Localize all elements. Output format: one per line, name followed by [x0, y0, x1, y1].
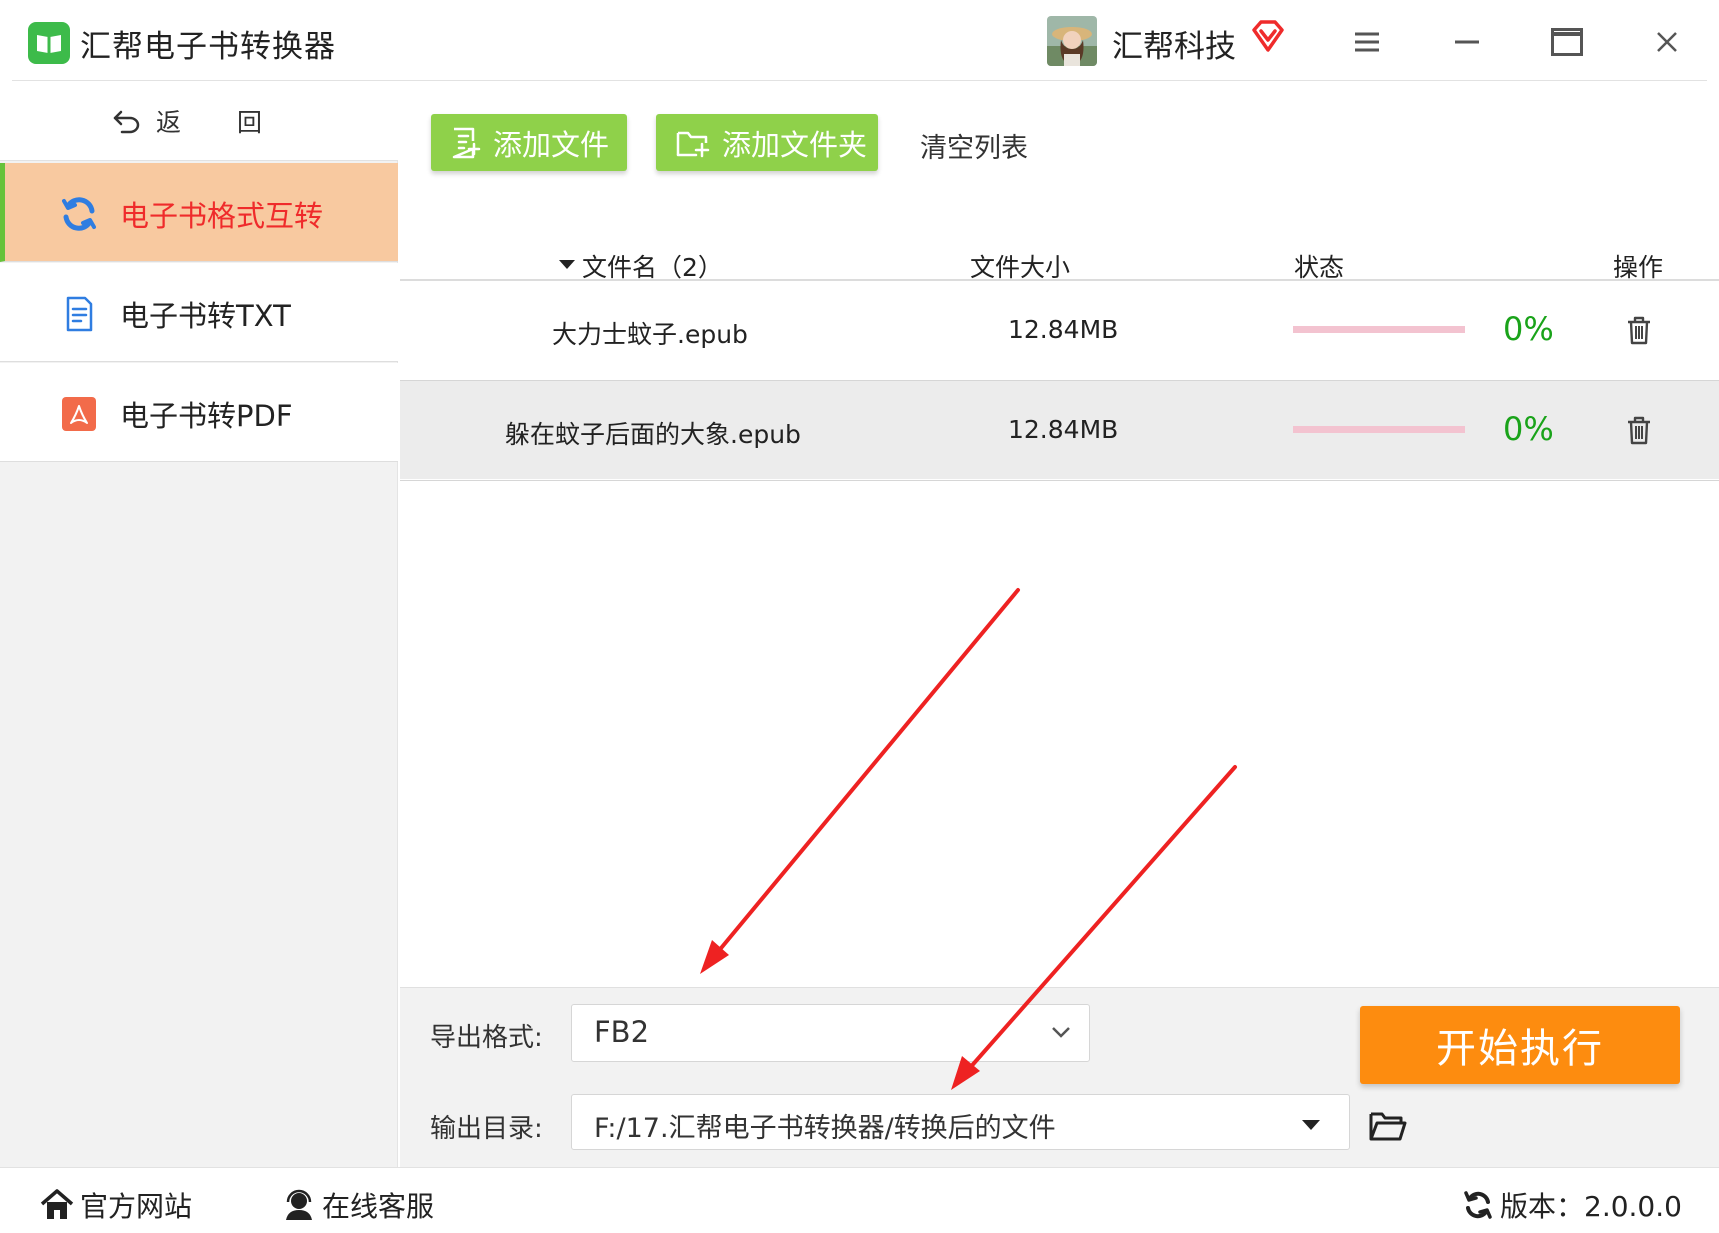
- title-bar: 汇帮电子书转换器 汇帮科技: [0, 0, 1719, 81]
- file-name: 躲在蚊子后面的大象.epub: [505, 420, 801, 449]
- back-button[interactable]: 返 回: [0, 81, 398, 161]
- main-panel: 添加文件 添加文件夹 清空列表 文件名（2） 文件大小 状态 操作 大力士蚊子.…: [400, 81, 1719, 987]
- dropdown-caret-icon: [1301, 1116, 1321, 1135]
- start-button[interactable]: 开始执行: [1360, 1006, 1680, 1084]
- add-folder-icon: [676, 131, 710, 157]
- home-icon: [40, 1189, 74, 1219]
- pdf-icon: [60, 395, 98, 433]
- add-file-icon: [452, 127, 481, 158]
- clear-list-button[interactable]: 清空列表: [920, 126, 1028, 165]
- delete-icon[interactable]: [1623, 414, 1655, 446]
- close-icon[interactable]: [1642, 18, 1692, 66]
- sidebar-item-to-pdf[interactable]: 电子书转PDF: [0, 363, 398, 462]
- progress-percent: 0%: [1503, 310, 1554, 348]
- output-settings: 导出格式: FB2 输出目录: F:/17.汇帮电子书转换器/转换后的文件 开始…: [400, 987, 1719, 1167]
- sidebar-item-label: 电子书转PDF: [120, 399, 293, 433]
- website-label: 官方网站: [80, 1190, 193, 1223]
- sidebar: 返 回 电子书格式互转 电子书转TXT 电子书转PDF: [0, 81, 398, 1167]
- chevron-down-icon: [1051, 1024, 1071, 1043]
- online-support-link[interactable]: 在线客服: [282, 1185, 434, 1225]
- sidebar-item-format-convert[interactable]: 电子书格式互转: [0, 163, 398, 262]
- delete-icon[interactable]: [1623, 314, 1655, 346]
- version-info[interactable]: 版本：2.0.0.0: [1462, 1185, 1682, 1225]
- back-label: 返 回: [156, 107, 286, 137]
- support-label: 在线客服: [322, 1190, 435, 1223]
- row-divider: [400, 480, 1719, 481]
- add-folder-button[interactable]: 添加文件夹: [656, 114, 878, 171]
- file-size: 12.84MB: [1008, 415, 1119, 444]
- app-logo-icon: [28, 22, 70, 64]
- format-label: 导出格式:: [430, 1023, 543, 1053]
- sort-caret-icon[interactable]: [558, 248, 576, 277]
- maximize-icon[interactable]: [1542, 18, 1592, 66]
- add-file-button[interactable]: 添加文件: [431, 114, 627, 171]
- table-row[interactable]: 躲在蚊子后面的大象.epub 12.84MB 0%: [400, 381, 1719, 479]
- format-select[interactable]: FB2: [571, 1004, 1090, 1062]
- file-name: 大力士蚊子.epub: [552, 320, 748, 349]
- sidebar-item-to-txt[interactable]: 电子书转TXT: [0, 263, 398, 362]
- minimize-icon[interactable]: [1442, 18, 1492, 66]
- company-name: 汇帮科技: [1112, 29, 1236, 65]
- footer-bar: 官方网站 在线客服 版本：2.0.0.0: [0, 1167, 1719, 1233]
- support-headset-icon: [286, 1189, 312, 1220]
- version-label: 版本：2.0.0.0: [1500, 1190, 1682, 1223]
- output-dir-select[interactable]: F:/17.汇帮电子书转换器/转换后的文件: [571, 1094, 1350, 1150]
- sidebar-item-label: 电子书转TXT: [120, 299, 291, 333]
- dir-label: 输出目录:: [430, 1114, 543, 1144]
- back-arrow-icon: [113, 110, 140, 133]
- dir-value: F:/17.汇帮电子书转换器/转换后的文件: [594, 1113, 1056, 1144]
- sync-icon: [60, 195, 98, 233]
- sidebar-item-label: 电子书格式互转: [120, 199, 324, 233]
- menu-icon[interactable]: [1342, 18, 1392, 66]
- progress-bar: [1293, 326, 1465, 333]
- user-avatar[interactable]: [1047, 16, 1097, 66]
- official-website-link[interactable]: 官方网站: [40, 1185, 192, 1225]
- open-folder-icon[interactable]: [1368, 1108, 1408, 1144]
- table-row[interactable]: 大力士蚊子.epub 12.84MB 0%: [400, 281, 1719, 379]
- vip-diamond-icon[interactable]: [1250, 18, 1286, 54]
- add-folder-label: 添加文件夹: [722, 127, 868, 162]
- progress-percent: 0%: [1503, 410, 1554, 448]
- app-title: 汇帮电子书转换器: [80, 29, 336, 65]
- progress-bar: [1293, 426, 1465, 433]
- refresh-icon: [1464, 1191, 1492, 1219]
- txt-file-icon: [60, 295, 98, 333]
- format-value: FB2: [594, 1015, 650, 1049]
- add-file-label: 添加文件: [493, 127, 610, 162]
- file-size: 12.84MB: [1008, 315, 1119, 344]
